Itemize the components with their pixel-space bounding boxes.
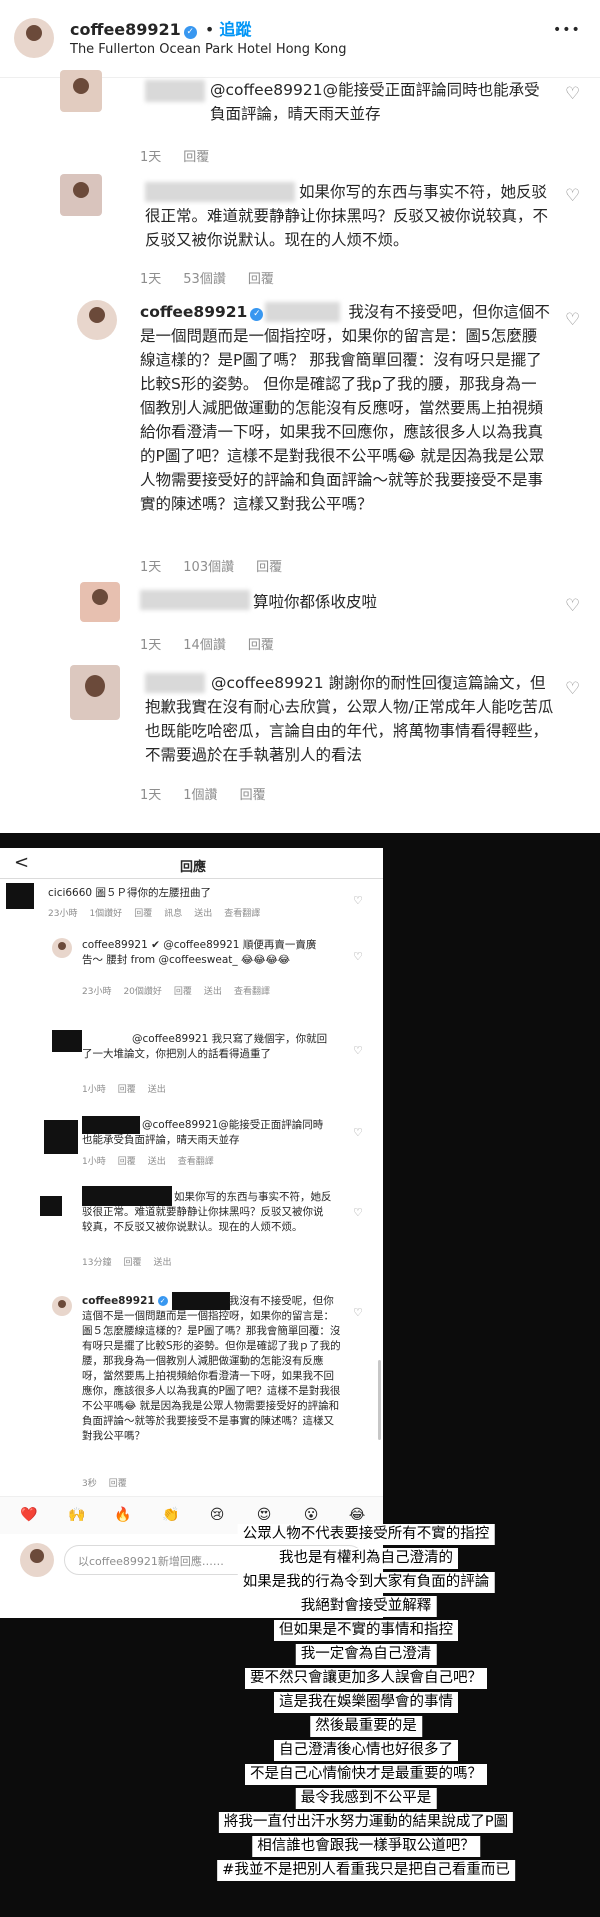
comment-meta: 1天 103個讚 回覆 [140,560,283,575]
avatar-redacted [6,883,34,909]
story-caption: 我絕對會接受並解釋 [295,1596,437,1617]
story-caption: 公眾人物不代表要接受所有不實的指控 [237,1524,495,1545]
reply-button[interactable]: 回覆 [248,638,274,653]
emoji-raising-hands[interactable]: 🙌 [66,1504,88,1526]
comment-meta: 1天 14個讚 回覆 [140,638,274,653]
reply-button[interactable]: 回覆 [183,150,209,165]
comment-meta: 23小時 1個讚好 回覆 訊息 送出 查看翻譯 [48,909,261,919]
author-avatar[interactable] [52,938,72,958]
divider [0,878,383,879]
story-caption: 這是我在娛樂圈學會的事情 [274,1692,458,1713]
comment-meta: 1天 1個讚 回覆 [140,788,266,803]
emoji-heart-eyes[interactable]: 😍 [253,1504,275,1526]
comment-text: coffee89921 ✔ @coffee89921 順便再賣一賣廣告～ 腰封 … [82,939,317,966]
commenter-avatar[interactable] [80,582,120,622]
verified-badge-icon: ✓ [183,26,197,39]
like-heart-icon[interactable]: ♡ [353,894,363,907]
commenter-avatar[interactable] [70,665,120,720]
commenter-avatar[interactable] [60,70,102,112]
like-heart-icon[interactable]: ♡ [565,188,580,205]
story-caption: 我也是有權利為自己澄清的 [274,1548,458,1569]
comment-text: @coffee89921@能接受正面評論同時也能承受負面評論，晴天雨天並存 [210,81,540,123]
comment-text: @coffee89921@能接受正面評論同時也能承受負面評論，晴天雨天並存 [82,1119,324,1146]
story-caption: 將我一直付出汗水努力運動的結果說成了P圖 [218,1812,514,1833]
comment-meta: 1天 53個讚 回覆 [140,272,274,287]
avatar-redacted [40,1196,62,1216]
story-caption: 然後最重要的是 [310,1716,422,1737]
emoji-heart[interactable]: ❤️ [18,1504,40,1526]
comment-meta: 1小時 回覆 送出 [82,1085,166,1095]
story-caption: 我一定會為自己澄清 [295,1644,437,1665]
like-heart-icon[interactable]: ♡ [565,681,580,698]
commenter-name-redacted [145,80,205,102]
story-caption: 相信誰也會跟我一樣爭取公道吧？ [252,1836,480,1857]
story-caption: 如果是我的行為令到大家有負面的評論 [237,1572,495,1593]
comment-meta: 23小時 20個讚好 回覆 送出 查看翻譯 [82,987,270,997]
follow-button[interactable]: 追蹤 [219,20,251,39]
commenter-avatar[interactable] [60,174,102,216]
comment-meta: 1天 回覆 [140,150,210,165]
reply-button[interactable]: 回覆 [256,560,282,575]
emoji-laughing[interactable]: 😂 [346,1504,368,1526]
scrollbar[interactable] [378,1360,381,1440]
emoji-clap[interactable]: 👏 [160,1504,182,1526]
location-link[interactable]: The Fullerton Ocean Park Hotel Hong Kong [70,42,347,57]
like-heart-icon[interactable]: ♡ [353,950,363,963]
emoji-surprised[interactable]: 😮 [300,1504,322,1526]
comment-meta: 1小時 回覆 送出 查看翻譯 [82,1157,214,1167]
verified-badge-icon: ✓ [250,308,264,321]
reply-button[interactable]: 回覆 [240,788,266,803]
comment-input-placeholder: 以coffee89921新增回應…… [78,1555,224,1568]
comment-text: 算啦你都係收皮啦 [253,593,378,611]
avatar-redacted [52,1030,82,1052]
author-avatar[interactable] [52,1296,72,1316]
header-username[interactable]: coffee89921 [70,20,181,39]
profile-avatar[interactable] [14,18,54,58]
comment-text: @coffee89921 我只寫了幾個字，你就回了一大堆論文，你把別人的話看得過… [82,1033,328,1060]
story-hashtag-caption: #我並不是把別人看重我只是把自己看重而已 [217,1860,515,1881]
comment-text: cici6660 圖５Ｐ得你的左腰扭曲了 [48,887,211,899]
emoji-crying[interactable]: 😢 [206,1504,228,1526]
emoji-fire[interactable]: 🔥 [112,1504,134,1526]
story-caption: 但如果是不實的事情和指控 [274,1620,458,1641]
more-options-icon[interactable]: ••• [553,22,581,38]
reply-button[interactable]: 回覆 [248,272,274,287]
self-avatar [20,1543,54,1577]
like-heart-icon[interactable]: ♡ [565,86,580,103]
comment-text: 如果你写的东西与事实不符，她反驳很正常。难道就要静静让你抹黑吗？反驳又被你说较真… [82,1191,332,1233]
like-heart-icon[interactable]: ♡ [353,1126,363,1139]
verified-badge-icon: ✓ [157,1296,168,1306]
like-heart-icon[interactable]: ♡ [353,1306,363,1319]
like-heart-icon[interactable]: ♡ [565,598,580,615]
comment-meta: 3秒 回覆 [82,1479,127,1489]
screen-title: 回應 [180,860,207,875]
avatar-redacted [44,1120,78,1154]
author-avatar[interactable] [77,300,117,340]
comment-meta: 13分鐘 回覆 送出 [82,1258,172,1268]
back-arrow-icon[interactable]: < [14,852,29,873]
story-caption: 自己澄清後心情也好很多了 [274,1740,458,1761]
story-caption: 最令我感到不公平是 [295,1788,437,1809]
comment-text: 如果你写的东西与事实不符，她反驳很正常。难道就要静静让你抹黑吗？反驳又被你说较真… [145,183,549,249]
like-heart-icon[interactable]: ♡ [353,1044,363,1057]
story-caption: 不是自己心情愉快才是最重要的嗎？ [245,1764,487,1785]
author-reply-text: coffee89921 ✓ 我沒有不接受吧，但你這個不是一個問題而是一個指控呀，如果… [140,303,550,513]
post-header: coffee89921 ✓ • 追蹤 The Fullerton Ocean Pa… [0,0,600,78]
like-heart-icon[interactable]: ♡ [565,312,580,329]
comment-text: @coffee89921 謝謝你的耐性回復這篇論文，但抱歉我實在沒有耐心去欣賞，… [145,674,554,764]
like-heart-icon[interactable]: ♡ [353,1206,363,1219]
commenter-name-redacted [140,590,250,610]
author-reply-text: coffee89921 ✓ 我沒有不接受呢，但你這個不是一個問題而是一個指控呀，如果… [82,1295,341,1442]
story-caption: 要不然只會讓更加多人誤會自己吧？ [245,1668,487,1689]
